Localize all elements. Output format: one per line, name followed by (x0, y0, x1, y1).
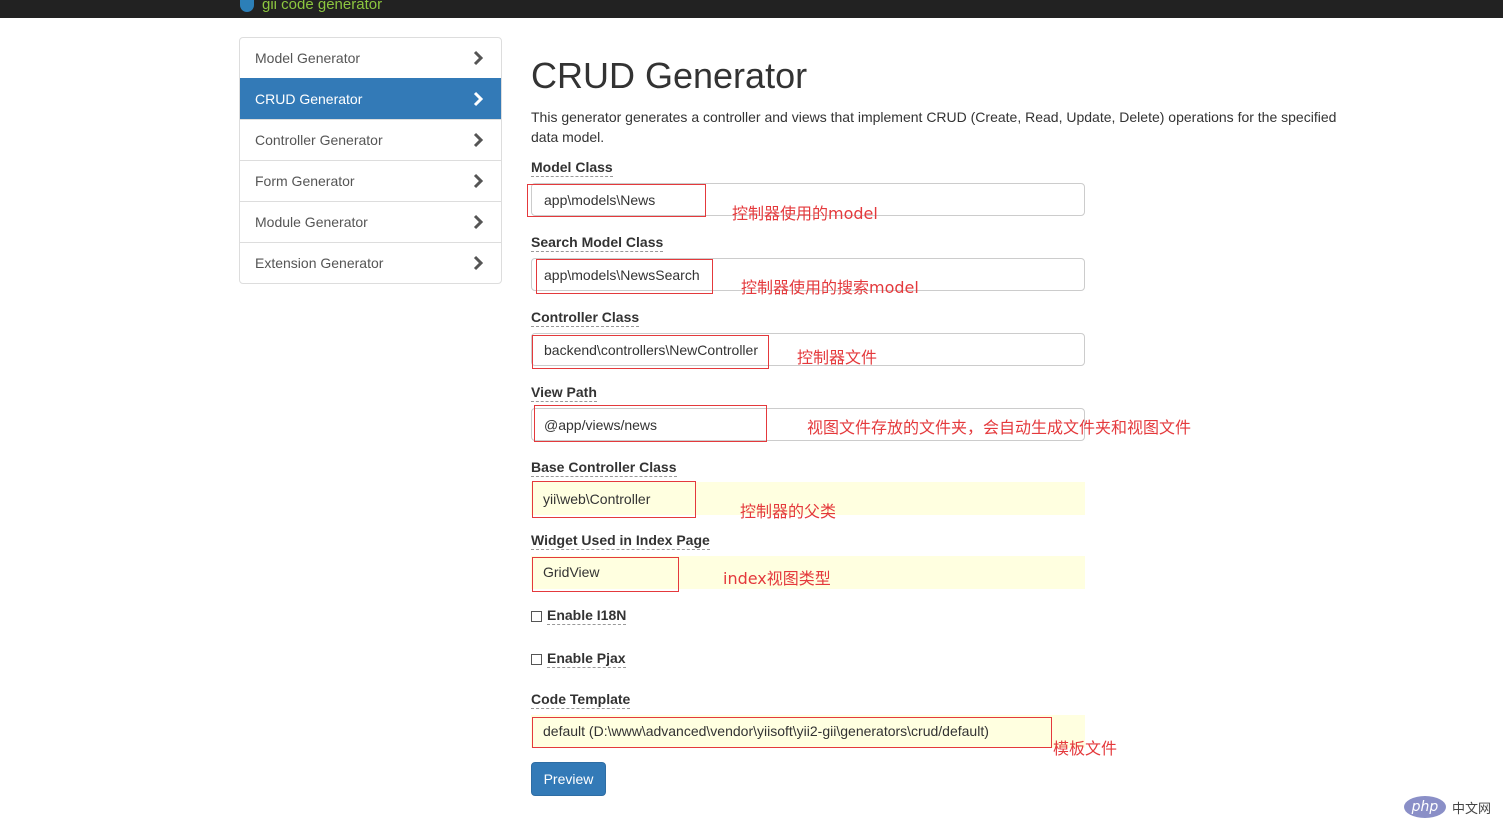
chevron-right-icon (471, 50, 485, 66)
gii-logo-icon (240, 0, 254, 12)
controller-class-label: Controller Class (531, 309, 640, 327)
sidebar-item-model-generator[interactable]: Model Generator (240, 38, 501, 78)
php-watermark: php 中文网 (1404, 796, 1491, 818)
search-model-class-label: Search Model Class (531, 234, 664, 252)
model-class-annotation: 控制器使用的model (732, 204, 878, 223)
code-template-annotation: 模板文件 (1053, 739, 1118, 758)
highlight-box (532, 557, 679, 592)
sidebar-item-label: Module Generator (255, 214, 368, 230)
highlight-box (532, 717, 1052, 748)
sidebar-item-label: Extension Generator (255, 255, 384, 271)
sidebar-item-extension-generator[interactable]: Extension Generator (240, 242, 501, 283)
generator-sidebar: Model Generator CRUD Generator Controlle… (239, 37, 502, 284)
sidebar-item-module-generator[interactable]: Module Generator (240, 201, 501, 242)
index-widget-annotation: index视图类型 (723, 569, 831, 588)
view-path-label: View Path (531, 384, 597, 402)
brand-text: gii code generator (262, 0, 383, 13)
php-logo: php (1404, 796, 1446, 818)
highlight-box (532, 335, 769, 369)
view-path-annotation: 视图文件存放的文件夹，会自动生成文件夹和视图文件 (807, 418, 1192, 437)
sidebar-item-form-generator[interactable]: Form Generator (240, 160, 501, 201)
chevron-right-icon (471, 255, 485, 271)
enable-i18n-label: Enable I18N (547, 607, 627, 625)
sidebar-item-crud-generator[interactable]: CRUD Generator (240, 78, 501, 119)
highlight-box (532, 481, 696, 518)
controller-class-annotation: 控制器文件 (797, 348, 878, 367)
enable-pjax-row[interactable]: Enable Pjax (531, 650, 626, 668)
highlight-box (536, 259, 713, 294)
top-navbar: gii code generator (0, 0, 1503, 18)
sidebar-item-label: CRUD Generator (255, 91, 363, 107)
index-widget-label: Widget Used in Index Page (531, 532, 710, 550)
watermark-text: 中文网 (1452, 801, 1492, 817)
sidebar-item-label: Model Generator (255, 50, 361, 66)
page-title: CRUD Generator (531, 55, 808, 96)
brand[interactable]: gii code generator (240, 0, 382, 12)
enable-pjax-label: Enable Pjax (547, 650, 626, 668)
preview-button[interactable]: Preview (531, 762, 606, 796)
base-controller-class-label: Base Controller Class (531, 459, 677, 477)
sidebar-item-controller-generator[interactable]: Controller Generator (240, 119, 501, 160)
chevron-right-icon (471, 173, 485, 189)
model-class-label: Model Class (531, 159, 613, 177)
base-controller-class-annotation: 控制器的父类 (740, 502, 837, 521)
sidebar-item-label: Form Generator (255, 173, 355, 189)
enable-i18n-row[interactable]: Enable I18N (531, 607, 627, 625)
chevron-right-icon (471, 91, 485, 107)
enable-pjax-checkbox[interactable] (531, 653, 542, 665)
chevron-right-icon (471, 132, 485, 148)
sidebar-item-label: Controller Generator (255, 132, 383, 148)
code-template-label: Code Template (531, 691, 631, 709)
highlight-box (534, 405, 767, 442)
search-model-class-annotation: 控制器使用的搜索model (741, 278, 919, 297)
enable-i18n-checkbox[interactable] (531, 610, 542, 622)
page-description: This generator generates a controller an… (531, 109, 1337, 145)
highlight-box (527, 184, 706, 217)
chevron-right-icon (471, 214, 485, 230)
